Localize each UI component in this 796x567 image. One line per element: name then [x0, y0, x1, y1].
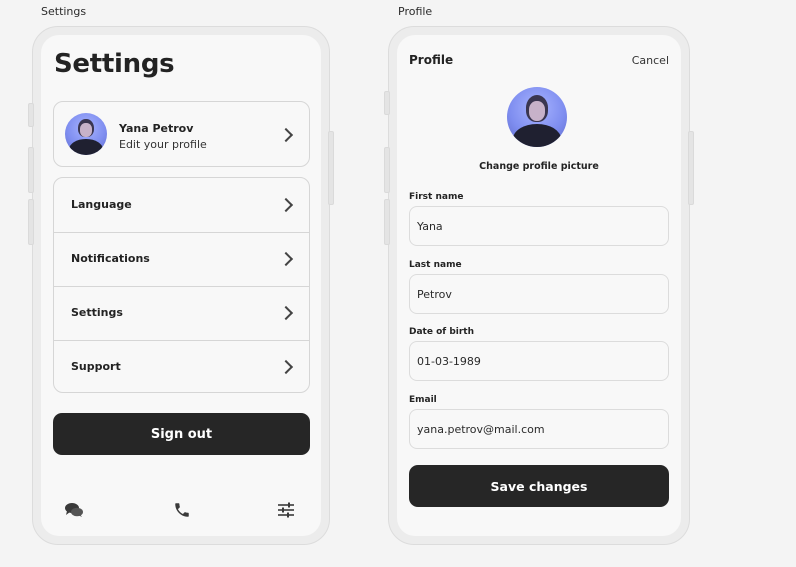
date-of-birth-field[interactable]	[409, 341, 669, 381]
chevron-right-icon	[278, 305, 294, 321]
phone-mute-switch	[384, 91, 390, 115]
cancel-button[interactable]: Cancel	[632, 54, 669, 67]
chevron-right-icon	[278, 197, 294, 213]
sliders-icon[interactable]	[277, 501, 297, 519]
phone-volume-down	[28, 199, 34, 245]
last-name-field[interactable]	[409, 274, 669, 314]
date-of-birth-label: Date of birth	[409, 327, 474, 337]
page-title: Profile	[409, 53, 454, 67]
phone-icon[interactable]	[173, 501, 193, 519]
menu-item-notifications[interactable]: Notifications	[54, 232, 309, 287]
phone-power-button	[328, 131, 334, 205]
change-profile-picture-link[interactable]: Change profile picture	[397, 161, 681, 172]
profile-phone: Profile Cancel Change profile picture Fi…	[384, 26, 694, 545]
settings-phone: Settings Yana Petrov Edit your profile L…	[28, 26, 334, 545]
menu-item-label: Settings	[71, 306, 123, 319]
chat-bubbles-icon[interactable]	[64, 501, 84, 519]
settings-menu: Language Notifications Settings Support	[53, 177, 310, 393]
frame-label-profile: Profile	[398, 5, 433, 18]
last-name-label: Last name	[409, 260, 462, 270]
profile-subtitle: Edit your profile	[119, 138, 207, 151]
email-label: Email	[409, 395, 437, 405]
frame-label-settings: Settings	[41, 5, 87, 18]
page-title: Settings	[54, 49, 175, 79]
menu-item-label: Language	[71, 198, 132, 211]
email-field[interactable]	[409, 409, 669, 449]
chevron-right-icon	[278, 127, 294, 143]
profile-name: Yana Petrov	[119, 122, 194, 135]
settings-screen: Settings Yana Petrov Edit your profile L…	[41, 35, 321, 536]
avatar[interactable]	[507, 87, 567, 147]
menu-item-support[interactable]: Support	[54, 340, 309, 394]
sign-out-button[interactable]: Sign out	[53, 413, 310, 455]
avatar	[65, 113, 107, 155]
phone-mute-switch	[28, 103, 34, 127]
profile-card[interactable]: Yana Petrov Edit your profile	[53, 101, 310, 167]
first-name-label: First name	[409, 192, 464, 202]
save-changes-button[interactable]: Save changes	[409, 465, 669, 507]
profile-screen: Profile Cancel Change profile picture Fi…	[397, 35, 681, 536]
first-name-field[interactable]	[409, 206, 669, 246]
chevron-right-icon	[278, 251, 294, 267]
phone-volume-down	[384, 199, 390, 245]
chevron-right-icon	[278, 359, 294, 375]
phone-volume-up	[384, 147, 390, 193]
phone-volume-up	[28, 147, 34, 193]
phone-power-button	[688, 131, 694, 205]
menu-item-label: Support	[71, 360, 121, 373]
menu-item-language[interactable]: Language	[54, 178, 309, 233]
menu-item-label: Notifications	[71, 252, 150, 265]
menu-item-settings[interactable]: Settings	[54, 286, 309, 341]
